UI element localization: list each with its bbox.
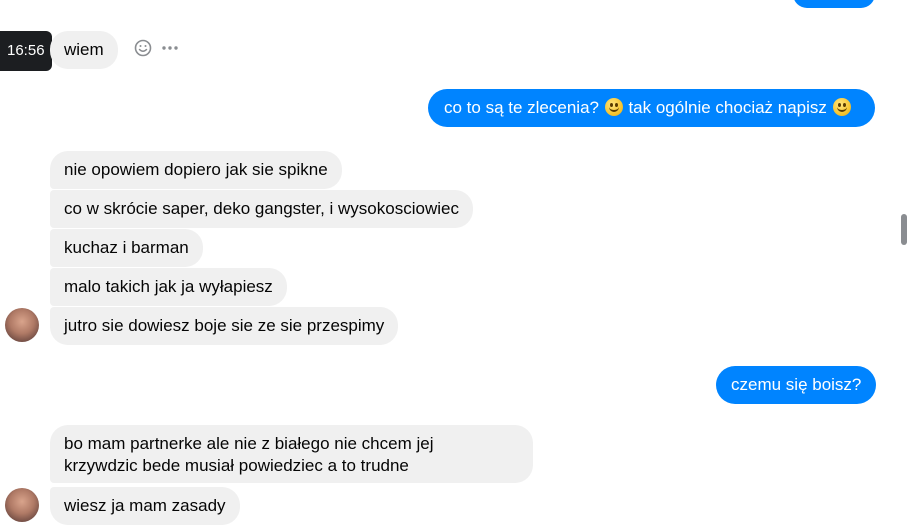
scrollbar-thumb[interactable] (901, 214, 907, 245)
message-bubble-incoming[interactable]: wiesz ja mam zasady (50, 487, 240, 525)
smiley-reaction-icon[interactable] (134, 39, 152, 57)
message-bubble-incoming[interactable]: wiem (50, 31, 118, 69)
avatar[interactable] (5, 308, 39, 342)
message-bubble-outgoing[interactable]: co to są te zlecenia? tak ogólnie chocia… (428, 89, 875, 127)
message-text: tak ogólnie chociaż napisz (628, 98, 827, 117)
message-text: co to są te zlecenia? (444, 98, 599, 117)
timestamp-tooltip: 16:56 (0, 31, 52, 71)
avatar[interactable] (5, 488, 39, 522)
more-options-icon[interactable] (160, 39, 180, 57)
slightly-smiling-face-emoji (832, 98, 851, 116)
message-text-line: bo mam partnerke ale nie z białego nie c… (64, 434, 434, 453)
message-bubble-incoming[interactable]: co w skrócie saper, deko gangster, i wys… (50, 190, 473, 228)
message-bubble-outgoing[interactable]: czemu się boisz? (716, 366, 877, 404)
message-bubble-incoming[interactable]: malo takich jak ja wyłapiesz (50, 268, 287, 306)
message-bubble-incoming[interactable]: kuchaz i barman (50, 229, 203, 267)
message-text-line: krzywdzic bede musiał powiedziec a to tr… (64, 456, 409, 475)
message-bubble-incoming[interactable]: jutro sie dowiesz boje sie ze sie przesp… (50, 307, 399, 345)
slightly-smiling-face-emoji (604, 98, 623, 116)
message-bubble-incoming[interactable]: nie opowiem dopiero jak sie spikne (50, 151, 342, 189)
outgoing-bubble-partial (793, 0, 875, 8)
message-bubble-incoming[interactable]: bo mam partnerke ale nie z białego nie c… (50, 425, 533, 483)
